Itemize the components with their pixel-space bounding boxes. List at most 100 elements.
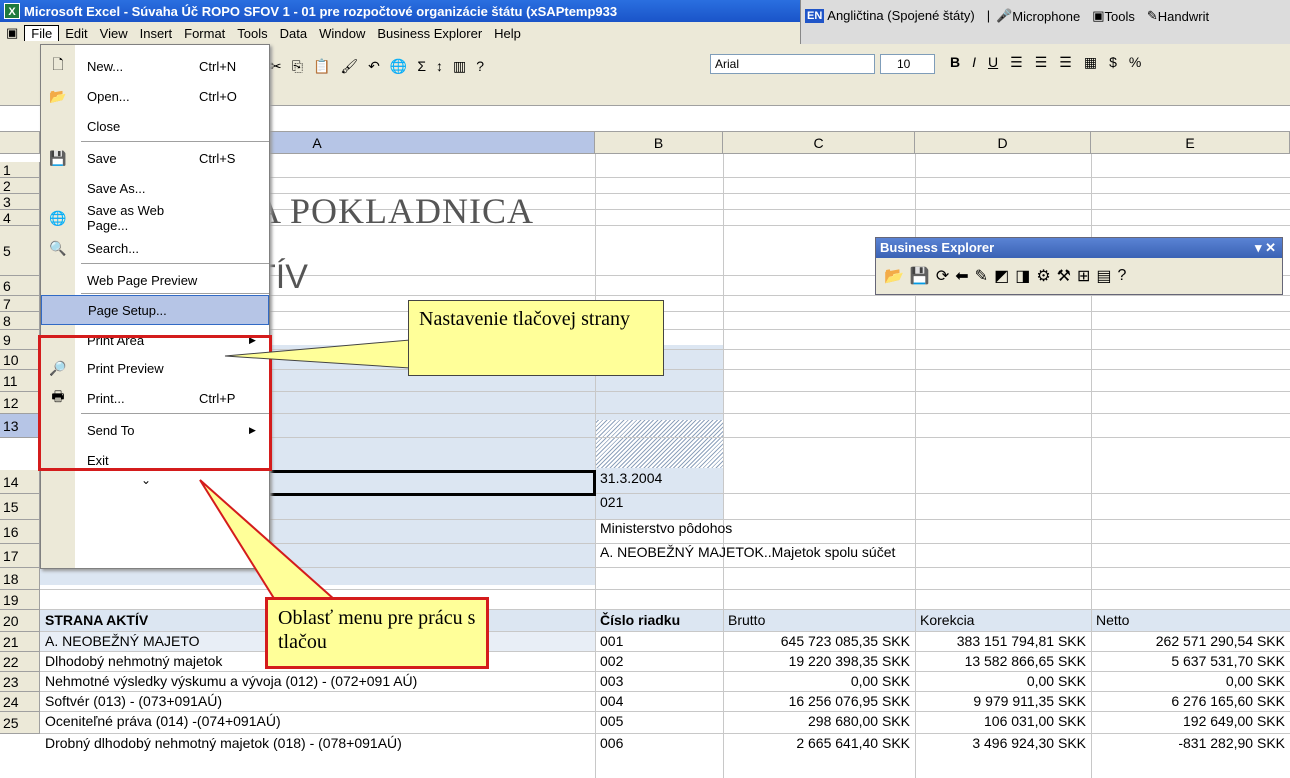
cell-d23[interactable]: 9 979 911,35 SKK [915, 693, 1091, 709]
cell-a22[interactable]: Nehmotné výsledky výskumu a vývoja (012)… [40, 673, 595, 689]
currency-icon[interactable]: $ [1109, 54, 1117, 71]
language-label[interactable]: Angličtina (Spojené štáty) [827, 8, 974, 23]
cell-c21[interactable]: 19 220 398,35 SKK [723, 653, 915, 669]
menu-item-save-as[interactable]: Save As... [41, 173, 269, 203]
row-header-6[interactable]: 6 [0, 276, 40, 296]
cell-header-b[interactable]: Číslo riadku [595, 612, 685, 628]
row-header-21[interactable]: 21 [0, 632, 40, 652]
menu-edit[interactable]: Edit [59, 26, 93, 41]
cell-e23[interactable]: 6 276 165,60 SKK [1091, 693, 1290, 709]
tools-button[interactable]: ▣ Tools [1092, 8, 1141, 24]
row-header-11[interactable]: 11 [0, 370, 40, 392]
workbook-icon[interactable]: ▣ [0, 25, 24, 41]
cell-e22[interactable]: 0,00 SKK [1091, 673, 1290, 689]
cell-b25[interactable]: 006 [595, 735, 723, 751]
cell-e21[interactable]: 5 637 531,70 SKK [1091, 653, 1290, 669]
row-header-20[interactable]: 20 [0, 610, 40, 632]
align-right-icon[interactable]: ☰ [1059, 54, 1072, 71]
cell-header-c[interactable]: Brutto [723, 612, 770, 628]
font-size-select[interactable]: 10 [880, 54, 935, 74]
cell-b14[interactable]: 31.3.2004 [595, 470, 667, 486]
cell-b22[interactable]: 003 [595, 673, 723, 689]
cell-c24[interactable]: 298 680,00 SKK [723, 713, 915, 729]
cell-a24[interactable]: Oceniteľné práva (014) -(074+091AÚ) [40, 713, 595, 729]
handwriting-button[interactable]: ✎ Handwrit [1147, 8, 1215, 24]
undo-icon[interactable]: ↶ [368, 58, 380, 75]
row-header-10[interactable]: 10 [0, 350, 40, 370]
paste-icon[interactable]: 📋 [313, 58, 330, 75]
col-header-c[interactable]: C [723, 132, 915, 154]
col-header-b[interactable]: B [595, 132, 723, 154]
menu-format[interactable]: Format [178, 26, 231, 41]
cell-c22[interactable]: 0,00 SKK [723, 673, 915, 689]
cell-d20[interactable]: 383 151 794,81 SKK [915, 633, 1091, 649]
row-header-19[interactable]: 19 [0, 590, 40, 610]
autosum-icon[interactable]: Σ [417, 58, 426, 74]
layout-icon[interactable]: ◨ [1015, 266, 1030, 286]
grid-icon[interactable]: ▤ [1096, 266, 1111, 286]
underline-icon[interactable]: U [988, 54, 998, 71]
menu-item-save-as-web-page[interactable]: 🌐 Save as Web Page... [41, 203, 269, 233]
cell-b23[interactable]: 004 [595, 693, 723, 709]
network-icon[interactable]: ⊞ [1077, 266, 1090, 286]
row-header-1[interactable]: 1 [0, 162, 40, 178]
row-header-12[interactable]: 12 [0, 392, 40, 414]
percent-icon[interactable]: % [1129, 54, 1141, 71]
menu-item-page-setup[interactable]: Page Setup... [41, 295, 269, 325]
menu-data[interactable]: Data [274, 26, 313, 41]
expand-menu-icon[interactable]: ⌄ [141, 473, 151, 487]
row-header-3[interactable]: 3 [0, 194, 40, 210]
row-header-15[interactable]: 15 [0, 494, 40, 520]
cell-b16[interactable]: Ministerstvo pôdohos [595, 520, 737, 536]
col-header-e[interactable]: E [1091, 132, 1290, 154]
row-header-13[interactable]: 13 [0, 414, 40, 438]
col-header-d[interactable]: D [915, 132, 1091, 154]
cell-a25[interactable]: Drobný dlhodobý nehmotný majetok (018) -… [40, 735, 595, 751]
cell-e25[interactable]: -831 282,90 SKK [1091, 735, 1290, 751]
hyperlink-icon[interactable]: 🌐 [390, 58, 407, 75]
merge-icon[interactable]: ▦ [1084, 54, 1097, 71]
chart-icon[interactable]: ▥ [453, 58, 466, 75]
cell-b15[interactable]: 021 [595, 494, 628, 510]
menu-file[interactable]: File [24, 25, 60, 41]
cell-d25[interactable]: 3 496 924,30 SKK [915, 735, 1091, 751]
edit-icon[interactable]: ✎ [975, 266, 988, 286]
font-select[interactable]: Arial [710, 54, 875, 74]
menu-business-explorer[interactable]: Business Explorer [371, 26, 488, 41]
menu-item-save[interactable]: 💾 Save Ctrl+S [41, 143, 269, 173]
open-icon[interactable]: 📂 [884, 266, 904, 286]
language-code[interactable]: EN [805, 8, 825, 23]
row-header-23[interactable]: 23 [0, 672, 40, 692]
row-header-14[interactable]: 14 [0, 470, 40, 494]
cell-header-e[interactable]: Netto [1091, 612, 1134, 628]
cell-b21[interactable]: 002 [595, 653, 723, 669]
cell-b20[interactable]: 001 [595, 633, 723, 649]
sort-icon[interactable]: ↕ [436, 58, 443, 74]
help-icon[interactable]: ? [476, 58, 484, 74]
row-header-25[interactable]: 25 [0, 712, 40, 734]
row-header-24[interactable]: 24 [0, 692, 40, 712]
row-header-4[interactable]: 4 [0, 210, 40, 226]
row-header-2[interactable]: 2 [0, 178, 40, 194]
align-center-icon[interactable]: ☰ [1035, 54, 1048, 71]
menu-insert[interactable]: Insert [134, 26, 179, 41]
row-header-7[interactable]: 7 [0, 296, 40, 312]
row-header-22[interactable]: 22 [0, 652, 40, 672]
cell-c23[interactable]: 16 256 076,95 SKK [723, 693, 915, 709]
menu-item-search[interactable]: 🔍 Search... [41, 233, 269, 263]
tools-icon[interactable]: ⚙ [1036, 266, 1050, 286]
cell-d22[interactable]: 0,00 SKK [915, 673, 1091, 689]
row-header-18[interactable]: 18 [0, 568, 40, 590]
settings-icon[interactable]: ⚒ [1057, 266, 1071, 286]
cut-icon[interactable]: ✂ [270, 58, 282, 75]
align-left-icon[interactable]: ☰ [1010, 54, 1023, 71]
menu-item-web-page-preview[interactable]: Web Page Preview [41, 265, 269, 295]
cell-c25[interactable]: 2 665 641,40 SKK [723, 735, 915, 751]
format-painter-icon[interactable]: 🖌 [340, 58, 358, 75]
back-icon[interactable]: ⬅ [955, 266, 968, 286]
cell-d21[interactable]: 13 582 866,65 SKK [915, 653, 1091, 669]
menu-item-close[interactable]: Close [41, 111, 269, 141]
cell-header-d[interactable]: Korekcia [915, 612, 979, 628]
cell-e24[interactable]: 192 649,00 SKK [1091, 713, 1290, 729]
select-all[interactable] [0, 132, 40, 154]
